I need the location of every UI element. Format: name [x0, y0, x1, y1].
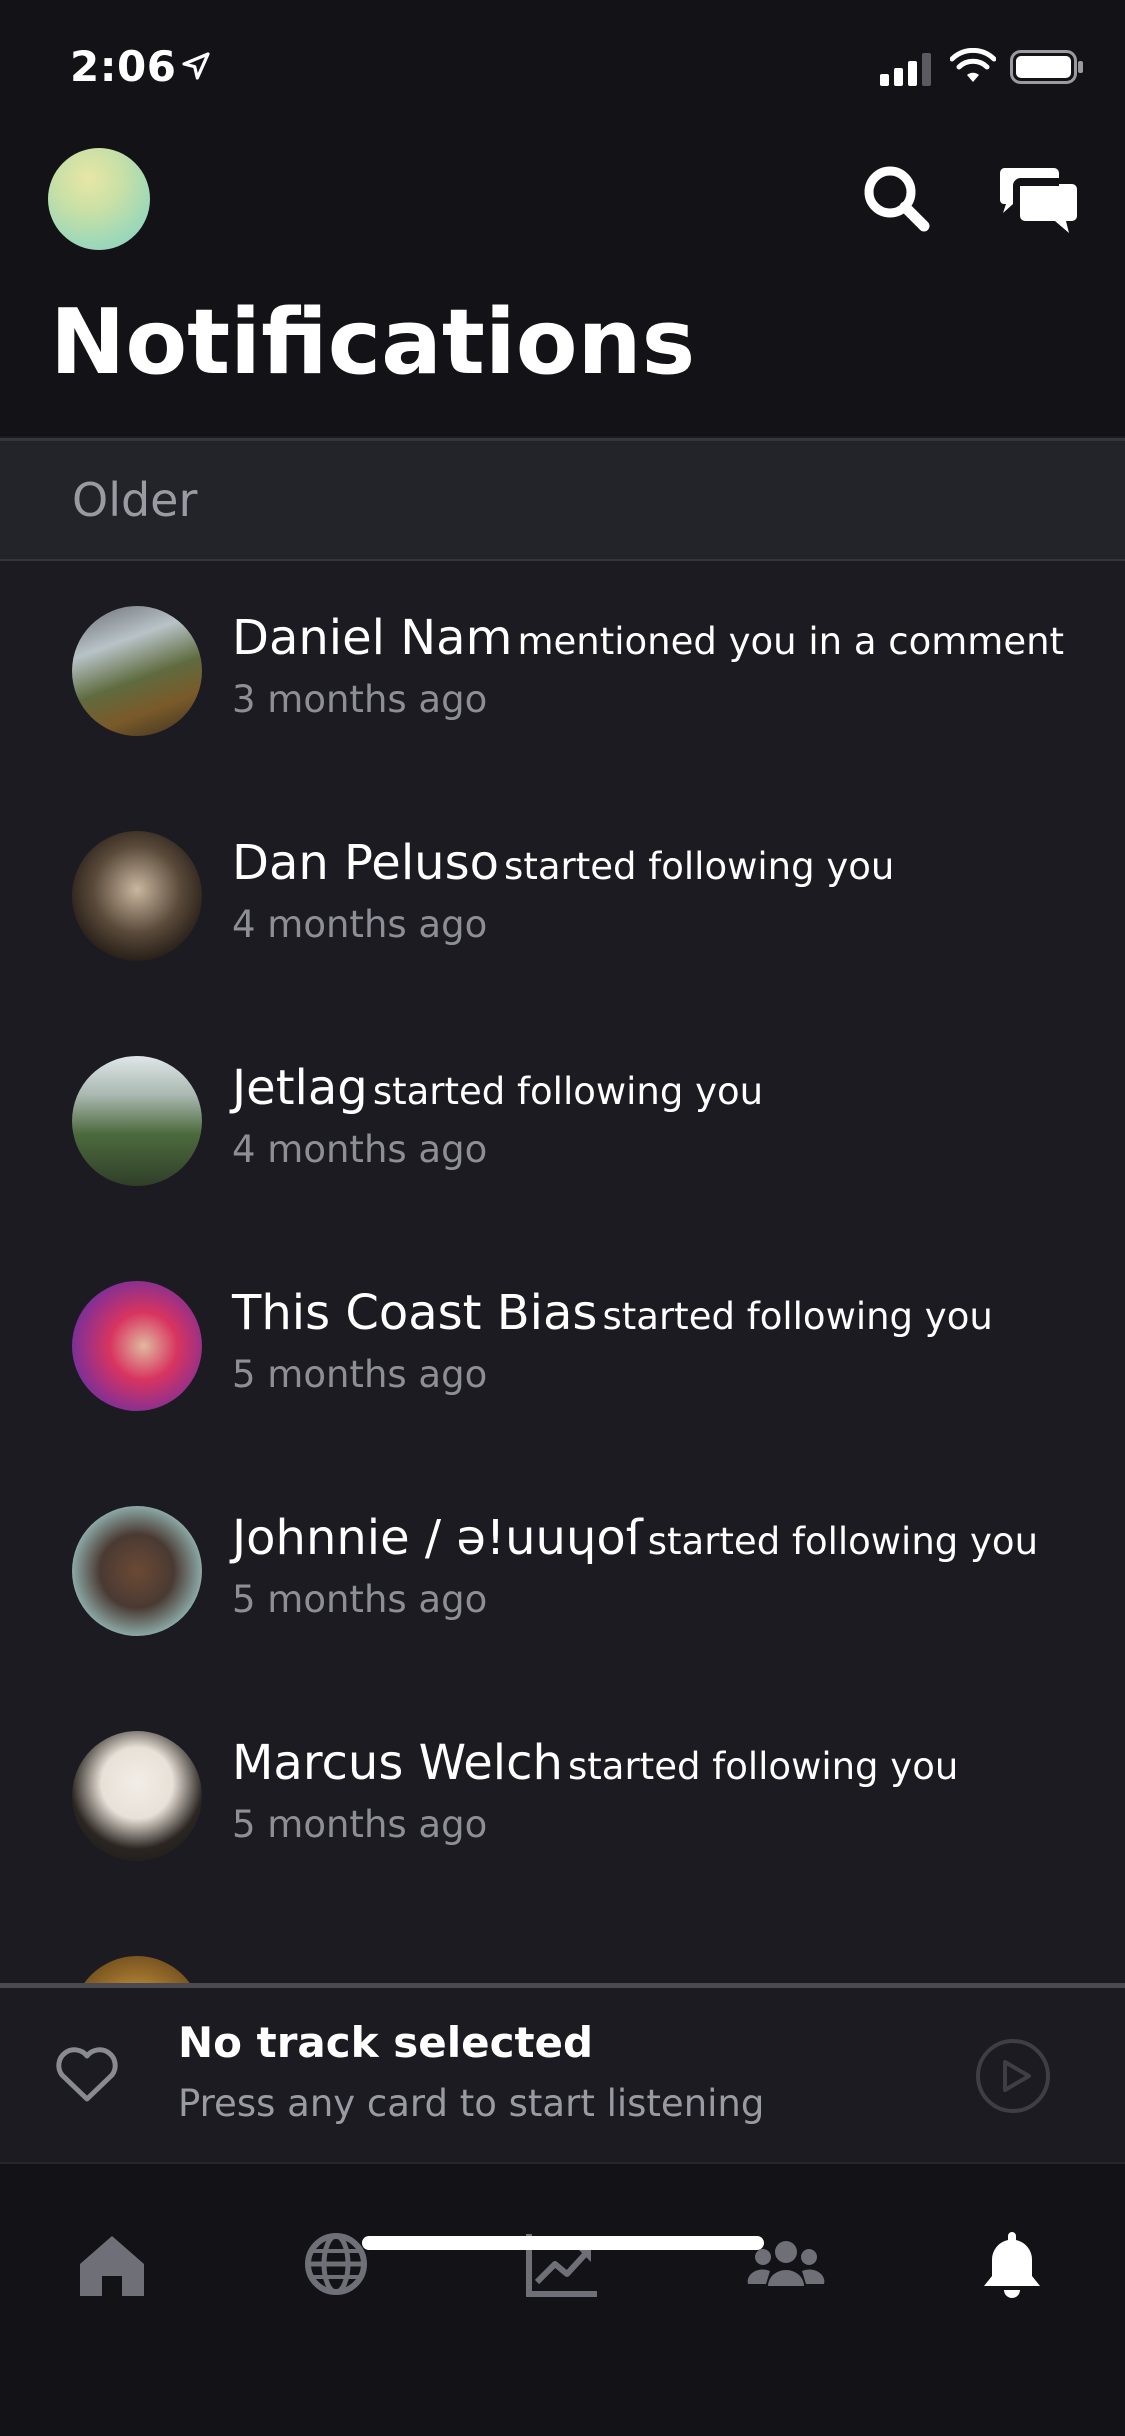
notification-action: started following you — [372, 1070, 764, 1113]
notification-time: 4 months ago — [232, 1128, 488, 1171]
status-time: 2:06 — [70, 42, 177, 91]
notification-action: started following you — [568, 1745, 959, 1788]
notification-item[interactable]: Dan Peluso started following you 4 month… — [0, 783, 1125, 1008]
notification-action: started following you — [647, 1520, 1039, 1563]
bottom-tab-bar — [0, 2164, 1125, 2436]
notification-item-partial[interactable] — [0, 1908, 1125, 1988]
location-arrow-icon — [182, 52, 210, 80]
notification-item[interactable]: This Coast Bias started following you 5 … — [0, 1233, 1125, 1458]
globe-icon[interactable] — [296, 2224, 376, 2304]
play-icon[interactable] — [975, 2038, 1051, 2114]
user-name[interactable]: Johnnie / ǝ!uuɥoſ — [232, 1510, 643, 1566]
top-header: 2:06 Notifications — [0, 0, 1125, 436]
home-indicator — [362, 2236, 764, 2250]
player-title: No track selected — [178, 2018, 594, 2067]
user-name[interactable]: Daniel Nam — [232, 610, 512, 666]
notification-time: 5 months ago — [232, 1803, 488, 1846]
notification-time: 5 months ago — [232, 1578, 488, 1621]
messages-icon[interactable] — [1000, 164, 1078, 234]
notification-time: 5 months ago — [232, 1353, 488, 1396]
player-subtitle: Press any card to start listening — [178, 2082, 765, 2125]
notification-item[interactable]: Johnnie / ǝ!uuɥoſ started following you … — [0, 1458, 1125, 1683]
notification-item[interactable]: Daniel Nam mentioned you in a comment 3 … — [0, 558, 1125, 783]
section-label: Older — [72, 473, 198, 527]
user-name[interactable]: Dan Peluso — [232, 835, 499, 891]
search-icon[interactable] — [860, 162, 932, 234]
notification-action: started following you — [504, 845, 895, 888]
bell-icon[interactable] — [972, 2224, 1052, 2304]
notification-time: 4 months ago — [232, 903, 488, 946]
user-name[interactable]: Jetlag — [232, 1060, 368, 1116]
user-avatar[interactable] — [72, 1731, 202, 1861]
heart-icon[interactable] — [54, 2044, 120, 2104]
wifi-icon — [950, 48, 996, 82]
user-avatar[interactable] — [72, 1281, 202, 1411]
user-avatar[interactable] — [72, 1506, 202, 1636]
notification-item[interactable]: Marcus Welch started following you 5 mon… — [0, 1683, 1125, 1908]
user-avatar[interactable] — [72, 831, 202, 961]
cellular-signal-icon — [880, 53, 931, 86]
user-name[interactable]: This Coast Bias — [232, 1285, 597, 1341]
status-bar: 2:06 — [0, 40, 1125, 100]
notification-action: started following you — [602, 1295, 993, 1338]
notification-action: mentioned you in a comment — [517, 620, 1065, 663]
section-header-older: Older — [0, 438, 1125, 561]
notification-item[interactable]: Jetlag started following you 4 months ag… — [0, 1008, 1125, 1233]
profile-avatar[interactable] — [48, 148, 150, 250]
user-name[interactable]: Marcus Welch — [232, 1735, 563, 1791]
mini-player[interactable]: No track selected Press any card to star… — [0, 1988, 1125, 2164]
user-avatar[interactable] — [72, 1056, 202, 1186]
battery-icon — [1010, 50, 1083, 84]
notification-time: 3 months ago — [232, 678, 488, 721]
user-avatar[interactable] — [72, 606, 202, 736]
home-icon[interactable] — [72, 2224, 152, 2304]
notifications-list: Daniel Nam mentioned you in a comment 3 … — [0, 558, 1125, 1988]
page-title: Notifications — [50, 290, 696, 395]
notifications-screen: 2:06 Notifications Older Daniel Nam ment… — [0, 0, 1125, 2436]
